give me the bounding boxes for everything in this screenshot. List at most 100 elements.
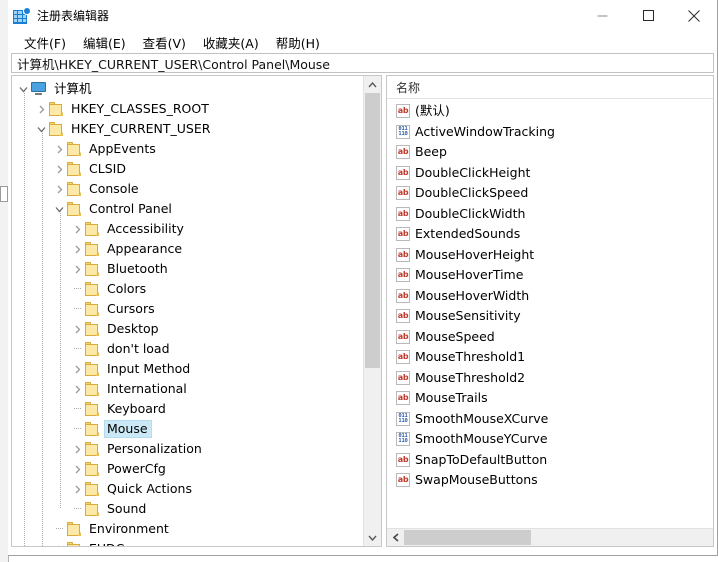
- tree-item-appevents[interactable]: AppEvents: [12, 139, 363, 159]
- menu-item-file[interactable]: 文件(F): [16, 31, 75, 54]
- tree-item-console[interactable]: Console: [12, 179, 363, 199]
- string-value-icon: ab: [396, 207, 410, 221]
- value-name: DoubleClickHeight: [415, 165, 530, 181]
- column-header-name[interactable]: 名称: [387, 79, 420, 96]
- tree-item-colors[interactable]: Colors: [12, 279, 363, 299]
- scroll-track-horizontal[interactable]: [404, 529, 713, 546]
- tree-item-sound[interactable]: Sound: [12, 499, 363, 519]
- folder-icon: [67, 202, 83, 216]
- list-header: 名称: [387, 76, 713, 99]
- list-item[interactable]: ab(默认): [387, 101, 713, 122]
- chevron-right-icon[interactable]: [70, 259, 85, 279]
- chevron-right-icon[interactable]: [70, 359, 85, 379]
- menu-item-edit[interactable]: 编辑(E): [75, 31, 135, 54]
- list-item[interactable]: 011110ActiveWindowTracking: [387, 122, 713, 143]
- tree-item--[interactable]: 计算机: [12, 79, 363, 99]
- list-item[interactable]: 011110SmoothMouseXCurve: [387, 409, 713, 430]
- tree-item-label: Desktop: [104, 320, 163, 338]
- registry-editor-icon: [13, 8, 29, 24]
- tree-item-control-panel[interactable]: Control Panel: [12, 199, 363, 219]
- list-item[interactable]: abSwapMouseButtons: [387, 470, 713, 491]
- maximize-button[interactable]: [625, 0, 671, 31]
- tree-item-label: Input Method: [104, 360, 194, 378]
- tree-item-don-t-load[interactable]: don't load: [12, 339, 363, 359]
- tree-view[interactable]: 计算机HKEY_CLASSES_ROOTHKEY_CURRENT_USERApp…: [12, 76, 363, 546]
- chevron-right-icon[interactable]: [70, 379, 85, 399]
- list-item[interactable]: abBeep: [387, 142, 713, 163]
- tree-item-powercfg[interactable]: PowerCfg: [12, 459, 363, 479]
- chevron-right-icon[interactable]: [52, 539, 67, 546]
- chevron-right-icon[interactable]: [70, 479, 85, 499]
- list-item[interactable]: abMouseThreshold1: [387, 347, 713, 368]
- tree-item-label: Console: [86, 180, 143, 198]
- tree-item-international[interactable]: International: [12, 379, 363, 399]
- scroll-track[interactable]: [364, 93, 381, 529]
- scroll-thumb-horizontal[interactable]: [404, 530, 531, 545]
- chevron-right-icon[interactable]: [52, 159, 67, 179]
- list-item[interactable]: abDoubleClickSpeed: [387, 183, 713, 204]
- list-item[interactable]: abMouseHoverHeight: [387, 245, 713, 266]
- tree-indent: [12, 179, 52, 199]
- tree-item-eudc[interactable]: EUDC: [12, 539, 363, 546]
- scroll-left-button[interactable]: [387, 529, 404, 546]
- list-item[interactable]: abSnapToDefaultButton: [387, 450, 713, 471]
- string-value-icon: ab: [396, 166, 410, 180]
- tree-item-mouse[interactable]: Mouse: [12, 419, 363, 439]
- tree-indent: [12, 419, 70, 439]
- tree-item-desktop[interactable]: Desktop: [12, 319, 363, 339]
- list-item[interactable]: abMouseThreshold2: [387, 368, 713, 389]
- values-list[interactable]: ab(默认)011110ActiveWindowTrackingabBeepab…: [387, 99, 713, 528]
- address-bar[interactable]: 计算机\HKEY_CURRENT_USER\Control Panel\Mous…: [11, 53, 714, 73]
- list-item[interactable]: abMouseSpeed: [387, 327, 713, 348]
- tree-item-environment[interactable]: Environment: [12, 519, 363, 539]
- chevron-right-icon[interactable]: [34, 99, 49, 119]
- tree-item-cursors[interactable]: Cursors: [12, 299, 363, 319]
- chevron-right-icon[interactable]: [70, 239, 85, 259]
- menu-item-view[interactable]: 查看(V): [135, 31, 195, 54]
- chevron-right-icon[interactable]: [52, 139, 67, 159]
- list-item[interactable]: abMouseHoverWidth: [387, 286, 713, 307]
- string-value-icon: ab: [396, 453, 410, 467]
- scroll-down-button[interactable]: [364, 529, 381, 546]
- tree-item-label: EUDC: [86, 540, 128, 546]
- tree-vertical-scrollbar[interactable]: [363, 76, 381, 546]
- folder-icon: [67, 182, 83, 196]
- tree-item-hkey-current-user[interactable]: HKEY_CURRENT_USER: [12, 119, 363, 139]
- tree-item-accessibility[interactable]: Accessibility: [12, 219, 363, 239]
- content-panes: 计算机HKEY_CLASSES_ROOTHKEY_CURRENT_USERApp…: [8, 75, 717, 550]
- list-item[interactable]: ab DoubleClickHeight: [387, 163, 713, 184]
- tree-item-input-method[interactable]: Input Method: [12, 359, 363, 379]
- tree-item-personalization[interactable]: Personalization: [12, 439, 363, 459]
- chevron-right-icon[interactable]: [70, 219, 85, 239]
- list-item[interactable]: abExtendedSounds: [387, 224, 713, 245]
- tree-item-bluetooth[interactable]: Bluetooth: [12, 259, 363, 279]
- tree-item-appearance[interactable]: Appearance: [12, 239, 363, 259]
- list-item[interactable]: abMouseTrails: [387, 388, 713, 409]
- close-button[interactable]: [671, 0, 717, 31]
- list-item[interactable]: 011110SmoothMouseYCurve: [387, 429, 713, 450]
- tree-indent: [12, 519, 52, 539]
- tree-item-label: Mouse: [104, 420, 152, 438]
- menu-item-favorites[interactable]: 收藏夹(A): [195, 31, 268, 54]
- folder-icon: [85, 262, 101, 276]
- chevron-right-icon[interactable]: [70, 319, 85, 339]
- tree-item-clsid[interactable]: CLSID: [12, 159, 363, 179]
- scroll-thumb[interactable]: [365, 93, 380, 368]
- list-item[interactable]: abMouseHoverTime: [387, 265, 713, 286]
- list-item[interactable]: abDoubleClickWidth: [387, 204, 713, 225]
- registry-editor-window: 注册表编辑器: [8, 0, 718, 556]
- tree-item-hkey-classes-root[interactable]: HKEY_CLASSES_ROOT: [12, 99, 363, 119]
- chevron-right-icon[interactable]: [70, 459, 85, 479]
- scroll-up-button[interactable]: [364, 76, 381, 93]
- string-value-icon: ab: [396, 391, 410, 405]
- list-item[interactable]: abMouseSensitivity: [387, 306, 713, 327]
- chevron-right-icon[interactable]: [70, 439, 85, 459]
- tree-item-label: 计算机: [51, 80, 96, 98]
- tree-item-quick-actions[interactable]: Quick Actions: [12, 479, 363, 499]
- string-value-icon: ab: [396, 289, 410, 303]
- minimize-button[interactable]: [579, 0, 625, 31]
- chevron-right-icon[interactable]: [52, 179, 67, 199]
- tree-item-keyboard[interactable]: Keyboard: [12, 399, 363, 419]
- menu-item-help[interactable]: 帮助(H): [268, 31, 329, 54]
- values-horizontal-scrollbar[interactable]: [387, 528, 713, 546]
